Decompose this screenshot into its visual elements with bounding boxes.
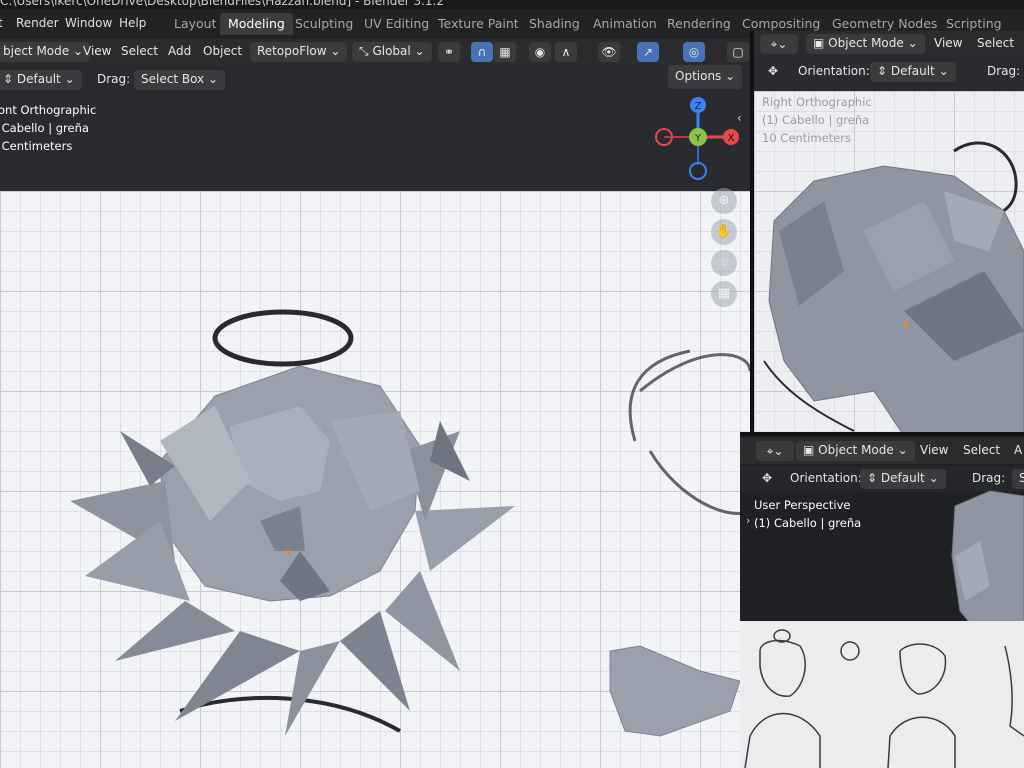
view-name: ont Orthographic xyxy=(0,103,97,117)
drag-label: Drag: xyxy=(987,64,1021,78)
right-tool-header: ✥ Orientation: ⇕ Default ⌄ Drag: xyxy=(754,59,1024,85)
collection-name: Cabello | greña xyxy=(1,121,89,135)
transform-label: Global xyxy=(372,44,411,58)
right-3d-viewport[interactable]: ⌖⌄ ▣ Object Mode ⌄ View Select ✥ Orienta… xyxy=(754,31,1024,436)
menu-add[interactable]: Add xyxy=(168,44,191,58)
drag-select-dropdown[interactable]: Select Box ⌄ xyxy=(134,70,226,90)
right-viewport-header: ⌖⌄ ▣ Object Mode ⌄ View Select xyxy=(754,31,1024,57)
window-title: C:\Users\ikerc\OneDrive\Desktop\BlendFil… xyxy=(0,0,444,8)
bottom-viewport-scene xyxy=(740,490,1024,768)
tab-texture-paint[interactable]: Texture Paint xyxy=(430,13,527,35)
object-mode-label: Object Mode xyxy=(828,36,904,50)
transform-orientation-dropdown[interactable]: ⤡ Global ⌄ xyxy=(352,42,432,62)
navigation-gizmo[interactable]: Z Y X xyxy=(650,95,750,185)
orientation-value: Default xyxy=(890,64,935,78)
user-perspective-viewport[interactable]: ⌖⌄ ▣ Object Mode ⌄ View Select A ✥ Orien… xyxy=(740,436,1024,768)
options-dropdown[interactable]: Options ⌄ xyxy=(668,65,743,89)
orientation-dropdown[interactable]: ⇕ Default ⌄ xyxy=(870,62,956,82)
object-mode-label: bject Mode xyxy=(3,44,70,58)
object-mode-dropdown[interactable]: bject Mode ⌄ xyxy=(0,42,91,62)
transform-move-icon: ✥ xyxy=(768,64,779,78)
pivot-link-icon[interactable]: ⚭ xyxy=(438,42,460,62)
chevron-down-icon: ⌄ xyxy=(207,72,219,86)
gizmo-y-label: Y xyxy=(694,133,702,144)
orientation-value: Default xyxy=(16,72,61,86)
proportional-edit-icon[interactable]: ◉ xyxy=(529,42,551,62)
sidebar-toggle-icon[interactable]: ‹ xyxy=(737,111,742,125)
retopoflow-label: RetopoFlow xyxy=(257,44,327,58)
gizmo-toggle-icon[interactable]: ↗ xyxy=(637,42,659,62)
menu-help[interactable]: Help xyxy=(119,16,146,30)
menu-view[interactable]: View xyxy=(934,36,962,50)
window-title-bar: C:\Users\ikerc\OneDrive\Desktop\BlendFil… xyxy=(0,0,1024,9)
viewport-info-overlay: ont Orthographic Cabello | greña Centime… xyxy=(0,101,96,155)
active-collection: Cabello | greña xyxy=(0,119,96,137)
drag-value: Select Box xyxy=(141,72,205,86)
tab-layout[interactable]: Layout xyxy=(166,13,225,35)
menu-select[interactable]: Select xyxy=(121,44,158,58)
main-3d-viewport[interactable]: bject Mode ⌄ View Select Add Object Reto… xyxy=(0,39,750,768)
transform-axes-icon: ⤡ xyxy=(359,44,369,58)
tab-sculpting[interactable]: Sculpting xyxy=(287,13,361,35)
scale-value: Centimeters xyxy=(1,139,73,153)
overlay-toggle-icon[interactable]: ◎ xyxy=(683,42,705,62)
menu-render[interactable]: Render xyxy=(16,16,59,30)
blender-window: C:\Users\ikerc\OneDrive\Desktop\BlendFil… xyxy=(0,0,1024,768)
sketch-hair-bun xyxy=(212,309,354,367)
snap-magnet-icon[interactable]: ∩ xyxy=(471,42,493,62)
sketch-side-strokes xyxy=(628,349,750,515)
menu-view[interactable]: View xyxy=(83,44,111,58)
chevron-down-icon: ⌄ xyxy=(414,44,425,58)
retopoflow-menu[interactable]: RetopoFlow ⌄ xyxy=(250,42,348,62)
xray-toggle-icon[interactable]: ▢ xyxy=(727,42,749,62)
object-mode-dropdown[interactable]: ▣ Object Mode ⌄ xyxy=(806,34,925,54)
menu-window[interactable]: Window xyxy=(65,16,112,30)
tab-animation[interactable]: Animation xyxy=(585,13,665,35)
options-label: Options xyxy=(675,69,722,83)
orientation-dropdown[interactable]: ⇕ Default ⌄ xyxy=(0,70,82,90)
orientation-arrows-icon: ⇕ xyxy=(3,72,14,86)
low-poly-head-mesh xyxy=(70,365,515,736)
orientation-arrows-icon: ⇕ xyxy=(877,64,888,78)
gizmo-z-label: Z xyxy=(695,101,702,112)
menu-edge-fragment[interactable]: t xyxy=(0,16,3,30)
chevron-down-icon: ⌄ xyxy=(72,44,84,58)
chevron-down-icon: ⌄ xyxy=(938,64,949,78)
object-mode-icon: ▣ xyxy=(813,36,825,50)
tab-uv-editing[interactable]: UV Editing xyxy=(356,13,437,35)
reference-sheet xyxy=(740,621,1024,768)
chevron-down-icon: ⌄ xyxy=(725,69,736,83)
editor-type-icon[interactable]: ⌖⌄ xyxy=(760,34,798,54)
drag-label: Drag: xyxy=(97,72,131,86)
gizmo-x-label: X xyxy=(728,133,735,144)
side-head-mesh xyxy=(768,165,1024,436)
visibility-eye-icon[interactable]: 👁 xyxy=(598,42,620,62)
menu-select[interactable]: Select xyxy=(977,36,1014,50)
main-viewport-scene xyxy=(70,309,750,737)
tab-shading[interactable]: Shading xyxy=(521,13,588,35)
main-tool-header: ⇕ Default ⌄ Drag: Select Box ⌄ Options ⌄ xyxy=(0,65,750,93)
tab-modeling[interactable]: Modeling xyxy=(220,13,293,35)
tab-rendering[interactable]: Rendering xyxy=(659,13,739,35)
falloff-curve-icon[interactable]: ∧ xyxy=(555,42,577,62)
menu-object[interactable]: Object xyxy=(203,44,242,58)
snap-grid-icon[interactable]: ▦ xyxy=(494,42,516,62)
chevron-down-icon: ⌄ xyxy=(907,36,918,50)
grid-scale: Centimeters xyxy=(0,137,96,155)
chevron-down-icon: ⌄ xyxy=(64,72,75,86)
mesh-fragment xyxy=(609,645,741,737)
main-viewport-header: bject Mode ⌄ View Select Add Object Reto… xyxy=(0,39,750,65)
right-viewport-scene xyxy=(763,141,1024,436)
chevron-down-icon: ⌄ xyxy=(330,44,341,58)
orientation-label: Orientation: xyxy=(798,64,870,78)
